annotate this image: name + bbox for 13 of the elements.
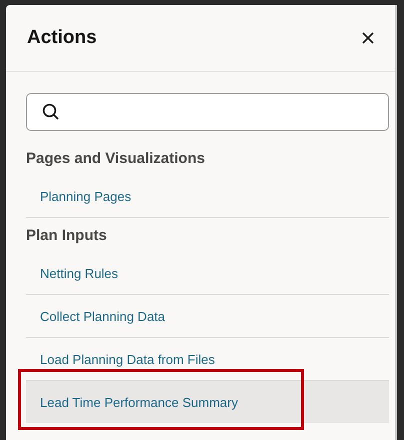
close-icon [362, 32, 374, 44]
close-button[interactable] [361, 31, 375, 45]
panel-title: Actions [27, 27, 97, 49]
action-link[interactable]: Load Planning Data from Files [40, 352, 215, 366]
search-field[interactable] [26, 93, 389, 131]
action-link[interactable]: Collect Planning Data [40, 308, 166, 324]
action-link[interactable]: Netting Rules [40, 266, 118, 280]
search-icon [42, 103, 60, 121]
section-heading: Plan Inputs [26, 227, 108, 244]
section-heading: Pages and Visualizations [26, 150, 206, 167]
action-link[interactable]: Lead Time Performance Summary [40, 394, 238, 410]
selected-row[interactable]: Lead Time Performance Summary [26, 381, 389, 423]
action-link[interactable]: Planning Pages [40, 188, 132, 204]
